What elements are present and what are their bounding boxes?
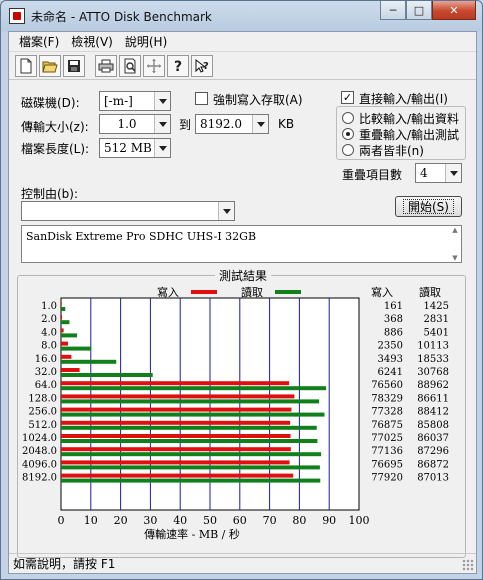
read-value: 18533 (417, 354, 449, 365)
read-bar (61, 399, 320, 404)
read-bar (61, 412, 325, 417)
status-text: 如需說明，請按 F1 (13, 557, 116, 571)
write-value: 77136 (371, 446, 403, 457)
read-bar (61, 465, 320, 470)
read-value: 30768 (417, 367, 449, 378)
row-label: 32.0 (35, 367, 57, 378)
write-value: 368 (384, 314, 403, 325)
maximize-button[interactable]: □ (406, 1, 432, 20)
row-label: 2.0 (41, 314, 57, 325)
write-bar (61, 473, 294, 478)
read-bar (61, 307, 66, 311)
x-tick-label: 70 (263, 514, 277, 527)
read-value: 2831 (424, 314, 449, 325)
row-label: 16.0 (35, 354, 57, 365)
write-value: 2350 (378, 341, 403, 352)
read-value: 88412 (417, 407, 449, 418)
row-label: 4.0 (41, 327, 57, 338)
write-bar (61, 315, 63, 320)
title-bar[interactable]: 未命名 - ATTO Disk Benchmark ─ □ ✕ (1, 1, 482, 31)
row-label: 256.0 (28, 407, 57, 418)
row-label: 1.0 (41, 301, 57, 312)
status-bar: 如需說明，請按 F1 (9, 553, 476, 573)
read-bar (61, 359, 117, 364)
read-bar (61, 373, 153, 377)
read-value: 5401 (424, 327, 449, 338)
minimize-button[interactable]: ─ (380, 1, 406, 20)
write-value: 886 (384, 327, 403, 338)
write-value: 76560 (371, 380, 403, 391)
write-bar (61, 354, 72, 359)
x-tick-label: 0 (58, 514, 65, 527)
read-value: 85808 (417, 420, 449, 431)
write-value: 77920 (371, 473, 403, 484)
write-bar (61, 341, 69, 346)
x-tick-label: 60 (233, 514, 247, 527)
read-value: 86872 (417, 459, 449, 470)
row-label: 4096.0 (22, 459, 57, 470)
write-bar (61, 407, 292, 412)
read-bar (61, 439, 318, 443)
read-bar (61, 425, 317, 430)
app-window: 未命名 - ATTO Disk Benchmark ─ □ ✕ 檔案(F) 檢視… (0, 0, 483, 580)
x-tick-label: 30 (143, 514, 157, 527)
write-bar (61, 447, 291, 452)
write-value: 76875 (371, 420, 403, 431)
row-label: 512.0 (28, 420, 57, 431)
write-value: 161 (384, 301, 403, 312)
write-bar (61, 460, 290, 465)
benchmark-chart: 0 10 20 30 40 50 60 70 80 90 100 傳輸速率 - MB / 秒 1.0 16… (22, 297, 449, 541)
read-value: 1425 (424, 301, 449, 312)
write-bar (61, 394, 295, 399)
window-title: 未命名 - ATTO Disk Benchmark (31, 9, 212, 24)
x-tick-label: 90 (322, 514, 336, 527)
read-bar (61, 386, 327, 391)
row-label: 8.0 (41, 341, 57, 352)
row-label: 1024.0 (22, 433, 57, 444)
read-bar (61, 346, 92, 351)
write-value: 78329 (371, 393, 403, 404)
x-tick-label: 40 (173, 514, 187, 527)
read-value: 86037 (417, 433, 449, 444)
read-value: 88962 (417, 380, 449, 391)
x-axis-label: 傳輸速率 - MB / 秒 (144, 527, 240, 541)
caption-buttons: ─ □ ✕ (380, 1, 476, 20)
row-label: 64.0 (35, 380, 57, 391)
x-tick-label: 10 (84, 514, 98, 527)
write-bar (61, 328, 64, 333)
row-label: 8192.0 (22, 473, 57, 484)
read-value: 87013 (417, 473, 449, 484)
read-value: 10113 (417, 341, 449, 352)
client-area: 檔案(F) 檢視(V) 說明(H) ? ? 磁碟機(D): [-m-] 強制寫入… (8, 31, 477, 574)
x-tick-label: 100 (349, 514, 370, 527)
read-bar (61, 333, 78, 338)
resize-grip[interactable] (462, 559, 474, 571)
write-value: 77328 (371, 407, 403, 418)
row-label: 2048.0 (22, 446, 57, 457)
row-label: 128.0 (28, 393, 57, 404)
x-tick-label: 80 (292, 514, 306, 527)
read-value: 87296 (417, 446, 449, 457)
write-value: 6241 (378, 367, 403, 378)
write-bar (61, 381, 290, 386)
read-value: 86611 (417, 393, 449, 404)
app-icon[interactable] (9, 8, 25, 24)
write-value: 77025 (371, 433, 403, 444)
read-bar (61, 478, 321, 483)
close-button[interactable]: ✕ (432, 1, 476, 20)
write-value: 76695 (371, 459, 403, 470)
read-bar (61, 452, 322, 457)
x-tick-label: 20 (114, 514, 128, 527)
read-bar (61, 320, 70, 325)
write-value: 3493 (378, 354, 403, 365)
write-bar (61, 302, 62, 306)
write-bar (61, 368, 80, 372)
x-tick-label: 50 (203, 514, 217, 527)
write-bar (61, 420, 291, 425)
write-bar (61, 434, 291, 438)
